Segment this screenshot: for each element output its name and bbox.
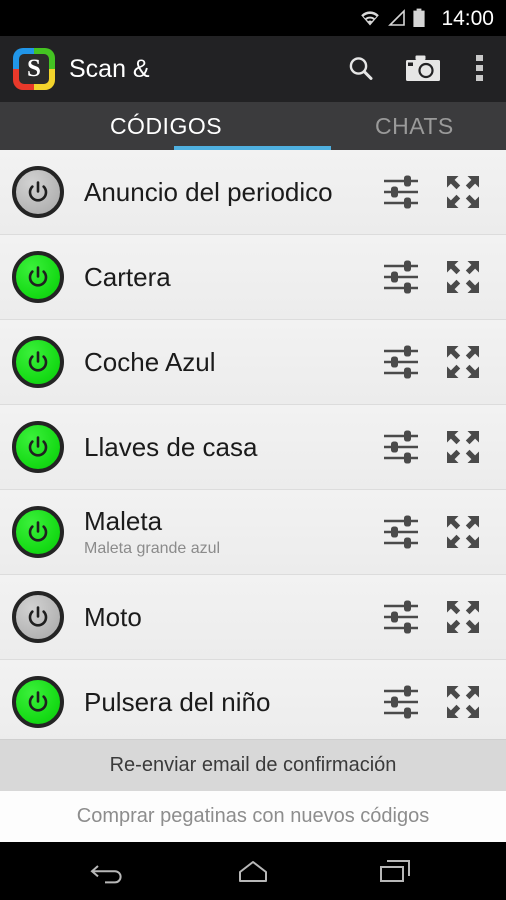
row-expand-button[interactable] xyxy=(432,150,494,235)
app-logo-letter: S xyxy=(19,54,49,84)
battery-icon xyxy=(413,8,426,27)
power-toggle-off[interactable] xyxy=(12,591,64,643)
buy-stickers-label: Comprar pegatinas con nuevos códigos xyxy=(76,805,430,827)
overflow-menu-icon xyxy=(476,55,483,81)
table-row[interactable]: Coche Azul xyxy=(0,320,506,405)
row-settings-button[interactable] xyxy=(370,150,432,235)
power-icon xyxy=(28,436,48,457)
power-toggle-off[interactable] xyxy=(12,166,64,218)
nav-recents-button[interactable] xyxy=(357,842,433,900)
nav-home-button[interactable] xyxy=(215,842,291,900)
status-bar: 14:00 xyxy=(0,0,506,36)
row-title: Moto xyxy=(84,602,142,632)
row-expand-button[interactable] xyxy=(432,320,494,405)
power-toggle-on[interactable] xyxy=(12,251,64,303)
table-row[interactable]: Maleta Maleta grande azul xyxy=(0,490,506,575)
row-text-block: Moto xyxy=(84,603,370,632)
resend-confirmation-email-button[interactable]: Re-enviar email de confirmación xyxy=(0,739,506,791)
signal-icon xyxy=(388,9,406,26)
search-button[interactable] xyxy=(330,36,392,102)
power-toggle-on[interactable] xyxy=(12,676,64,728)
power-icon xyxy=(28,521,48,542)
power-toggle-on[interactable] xyxy=(12,506,64,558)
row-title: Anuncio del periodico xyxy=(84,177,333,207)
expand-arrows-icon xyxy=(447,686,479,718)
expand-arrows-icon xyxy=(447,261,479,293)
status-icons: 14:00 xyxy=(359,8,494,29)
power-icon xyxy=(28,691,48,712)
wifi-icon xyxy=(361,11,380,26)
row-text-block: Llaves de casa xyxy=(84,433,370,462)
app-logo-icon: S xyxy=(13,48,55,90)
sliders-icon xyxy=(384,515,418,549)
codes-list[interactable]: Anuncio del periodico Cartera Coche Azul xyxy=(0,150,506,739)
back-arrow-icon xyxy=(90,865,122,884)
android-screen: 14:00 S Scan & CÓDIGOS CHATS Anuncio del… xyxy=(0,0,506,900)
tab-bar: CÓDIGOS CHATS xyxy=(0,102,506,150)
row-expand-button[interactable] xyxy=(432,660,494,740)
row-expand-button[interactable] xyxy=(432,490,494,575)
recent-apps-icon xyxy=(380,860,410,882)
sliders-icon xyxy=(384,175,418,209)
sliders-icon xyxy=(384,260,418,294)
row-title: Maleta xyxy=(84,506,163,536)
sliders-icon xyxy=(384,345,418,379)
tab-chats-label: CHATS xyxy=(375,112,454,139)
row-title: Cartera xyxy=(84,262,171,292)
row-settings-button[interactable] xyxy=(370,405,432,490)
row-text-block: Pulsera del niño xyxy=(84,688,370,717)
overflow-button[interactable] xyxy=(454,36,506,102)
power-toggle-on[interactable] xyxy=(12,336,64,388)
page-title: Scan & xyxy=(69,54,150,83)
row-text-block: Anuncio del periodico xyxy=(84,178,370,207)
row-title: Coche Azul xyxy=(84,347,216,377)
power-icon xyxy=(28,181,48,202)
row-expand-button[interactable] xyxy=(432,575,494,660)
tab-chats[interactable]: CHATS xyxy=(332,102,506,150)
row-expand-button[interactable] xyxy=(432,405,494,490)
row-text-block: Cartera xyxy=(84,263,370,292)
search-icon xyxy=(349,57,373,80)
power-icon xyxy=(28,606,48,627)
home-icon xyxy=(239,861,267,882)
camera-button[interactable] xyxy=(392,36,454,102)
sliders-icon xyxy=(384,430,418,464)
sliders-icon xyxy=(384,600,418,634)
row-settings-button[interactable] xyxy=(370,320,432,405)
sliders-icon xyxy=(384,685,418,719)
expand-arrows-icon xyxy=(447,176,479,208)
expand-arrows-icon xyxy=(447,601,479,633)
row-subtitle: Maleta grande azul xyxy=(84,539,221,557)
power-toggle-on[interactable] xyxy=(12,421,64,473)
row-settings-button[interactable] xyxy=(370,660,432,740)
power-icon xyxy=(28,351,48,372)
expand-arrows-icon xyxy=(447,431,479,463)
row-expand-button[interactable] xyxy=(432,235,494,320)
nav-back-button[interactable] xyxy=(73,842,149,900)
row-title: Pulsera del niño xyxy=(84,687,271,717)
row-text-block: Maleta Maleta grande azul xyxy=(84,507,370,557)
system-navigation-bar xyxy=(0,842,506,900)
power-icon xyxy=(28,266,48,287)
table-row[interactable]: Cartera xyxy=(0,235,506,320)
table-row[interactable]: Moto xyxy=(0,575,506,660)
buy-stickers-button[interactable]: Comprar pegatinas con nuevos códigos xyxy=(0,791,506,842)
table-row[interactable]: Llaves de casa xyxy=(0,405,506,490)
row-text-block: Coche Azul xyxy=(84,348,370,377)
tab-codigos[interactable]: CÓDIGOS xyxy=(0,102,332,150)
row-title: Llaves de casa xyxy=(84,432,258,462)
row-settings-button[interactable] xyxy=(370,235,432,320)
resend-confirmation-email-label: Re-enviar email de confirmación xyxy=(109,754,397,776)
camera-icon xyxy=(406,55,440,81)
table-row[interactable]: Pulsera del niño xyxy=(0,660,506,739)
table-row[interactable]: Anuncio del periodico xyxy=(0,150,506,235)
expand-arrows-icon xyxy=(447,516,479,548)
action-bar: S Scan & xyxy=(0,36,506,102)
row-settings-button[interactable] xyxy=(370,575,432,660)
tab-codigos-label: CÓDIGOS xyxy=(109,112,223,139)
status-clock: 14:00 xyxy=(441,6,494,30)
expand-arrows-icon xyxy=(447,346,479,378)
row-settings-button[interactable] xyxy=(370,490,432,575)
